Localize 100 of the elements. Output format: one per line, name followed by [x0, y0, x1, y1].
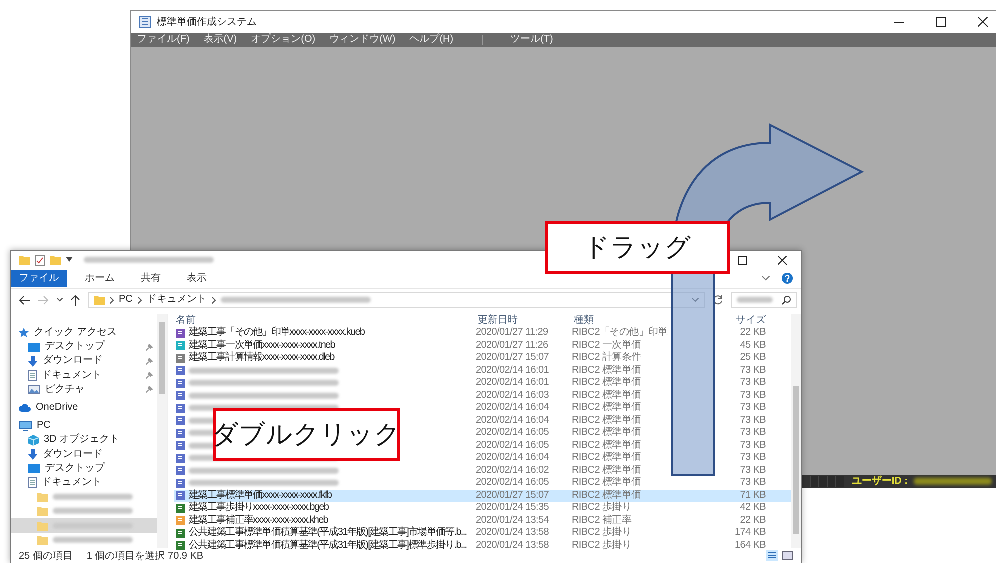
item-count: 25 個の項目	[19, 550, 73, 562]
column-header[interactable]: 名前	[174, 314, 472, 327]
breadcrumb[interactable]: PC	[119, 293, 133, 307]
type-cell-text: RIBC2 歩掛り	[572, 502, 633, 514]
desktop-icon	[28, 464, 40, 474]
date-cell-text: 2020/01/27 15:07	[476, 490, 550, 502]
folder-icon	[37, 520, 48, 531]
size-cell-text: 73 KB	[739, 364, 766, 377]
file-icon	[176, 478, 185, 488]
menu-item[interactable]: オプション(O)	[251, 33, 316, 47]
picture-icon	[28, 385, 40, 394]
scrollbar[interactable]	[791, 314, 801, 548]
close-icon[interactable]	[978, 17, 988, 27]
date-cell-text: 2020/01/27 15:07	[476, 352, 550, 364]
column-header[interactable]: サイズ	[720, 314, 766, 327]
navigation-item[interactable]: ダウンロード	[11, 354, 157, 369]
column-header[interactable]: 種類	[572, 314, 716, 327]
help-icon[interactable]	[782, 273, 793, 284]
size-cell-text: 71 KB	[739, 490, 766, 502]
type-cell-text: RIBC2 計算条件	[572, 352, 642, 364]
size-cell-text: 42 KB	[739, 502, 766, 514]
navigation-item[interactable]: ドキュメント	[11, 368, 157, 383]
date-cell-text: 2020/02/14 16:05	[476, 440, 550, 452]
navigation-item[interactable]: デスクトップ	[11, 462, 157, 476]
breadcrumb[interactable]: ドキュメント	[146, 293, 207, 307]
file-icon	[176, 441, 185, 450]
selected-file-row[interactable]: 建築工事標準単価xxxx-xxxx-xxxx.fkfb 2020/01/27 15:07 RIBC2 標準単価 71 KB	[174, 490, 791, 502]
file-name: 公共建築工事標準単価積算基準(平成31年版)[建築工事]市場単価等.b...	[189, 527, 467, 540]
type-cell-text: RIBC2 標準単価	[572, 452, 642, 464]
date-cell-text: 2020/02/14 16:03	[476, 390, 550, 402]
navigation-item[interactable]: ドキュメント	[11, 476, 157, 490]
date-cell-text: 2020/01/24 15:35	[476, 502, 550, 514]
size-cell-text: 73 KB	[739, 427, 766, 440]
up-arrow-icon[interactable]	[71, 294, 80, 306]
type-cell-text: RIBC2 標準単価	[572, 390, 642, 402]
search-field[interactable]	[731, 292, 797, 308]
details-view-icon[interactable]	[766, 550, 778, 561]
close-icon[interactable]	[778, 256, 787, 264]
navigation-item[interactable]: クイック アクセス	[11, 326, 157, 340]
date-cell-text: 2020/02/14 16:04	[476, 414, 550, 427]
navigation-item[interactable]: ピクチャ	[11, 382, 157, 397]
menu-item[interactable]: ヘルプ(H)	[410, 33, 454, 47]
size-cell-text: 73 KB	[739, 377, 766, 390]
chevron-down-icon[interactable]	[762, 276, 770, 281]
dropdown-icon[interactable]	[57, 298, 63, 302]
callout-tooltip: ドラッグ	[545, 221, 730, 274]
size-cell-text: 73 KB	[739, 440, 766, 452]
size-cell-text: 73 KB	[739, 402, 766, 414]
menu-item[interactable]: ウィンドウ(W)	[330, 33, 396, 47]
date-cell-text: 2020/02/14 16:02	[476, 464, 550, 477]
ribbon-tab[interactable]: ホーム	[77, 270, 123, 287]
file-icon	[176, 341, 185, 350]
type-cell-text: RIBC2 標準単価	[572, 440, 642, 452]
size-cell-text: 22 KB	[739, 327, 766, 340]
scrollbar[interactable]	[157, 314, 167, 548]
type-cell-text: RIBC2 標準単価	[572, 377, 642, 390]
search-icon	[782, 296, 791, 304]
ribbon-tab[interactable]: ファイル	[11, 270, 67, 287]
type-cell-text: RIBC2 歩掛り	[572, 540, 633, 552]
size-cell-text: 73 KB	[739, 477, 766, 490]
navigation-item[interactable]: OneDrive	[11, 400, 157, 416]
window-title: 標準単価作成システム	[157, 16, 257, 29]
refresh-icon[interactable]	[713, 295, 723, 305]
file-icon	[176, 404, 185, 413]
ribbon-tab[interactable]: 共有	[133, 270, 169, 287]
download-arrow-icon	[28, 356, 38, 367]
file-icon	[176, 416, 185, 426]
navigation-item[interactable]: PC	[11, 419, 157, 434]
user-id-label: ユーザーID :	[852, 475, 908, 488]
type-cell-text: RIBC2 標準単価	[572, 364, 642, 376]
date-cell-text: 2020/02/14 16:04	[476, 452, 550, 464]
thumbnail-view-icon[interactable]	[782, 551, 793, 560]
menu-item[interactable]: 表示(V)	[204, 33, 238, 47]
ribbon-tab[interactable]: 表示	[179, 270, 215, 287]
file-icon	[176, 541, 185, 550]
dropdown-icon[interactable]	[66, 257, 73, 263]
type-cell-text: RIBC2 標準単価	[572, 490, 642, 502]
column-header[interactable]: 更新日時	[476, 314, 568, 327]
cube-icon	[28, 434, 39, 446]
size-cell-text: 73 KB	[739, 414, 766, 427]
maximize-icon[interactable]	[936, 17, 946, 27]
size-cell-text: 73 KB	[739, 390, 766, 402]
file-icon	[176, 491, 185, 500]
selection-info: 1 個の項目を選択 70.9 KB	[86, 550, 204, 562]
maximize-icon[interactable]	[738, 256, 747, 264]
date-cell-text: 2020/01/27 11:26	[476, 340, 550, 352]
menu-item[interactable]: ファイル(F)	[137, 33, 190, 47]
back-arrow-icon[interactable]	[19, 296, 30, 304]
checkmark-icon[interactable]	[35, 254, 45, 266]
navigation-item[interactable]: ダウンロード	[11, 448, 157, 462]
desktop-icon	[28, 342, 40, 352]
date-cell-text: 2020/02/14 16:01	[476, 364, 550, 377]
file-icon	[176, 391, 185, 400]
chevron-right-icon	[212, 296, 216, 304]
menu-item[interactable]: ツール(T)	[510, 33, 554, 47]
size-cell-text: 164 KB	[734, 540, 766, 552]
navigation-item[interactable]: デスクトップ	[11, 340, 157, 354]
file-icon	[176, 504, 185, 513]
file-icon	[176, 366, 185, 376]
navigation-item[interactable]: 3D オブジェクト	[11, 433, 157, 448]
